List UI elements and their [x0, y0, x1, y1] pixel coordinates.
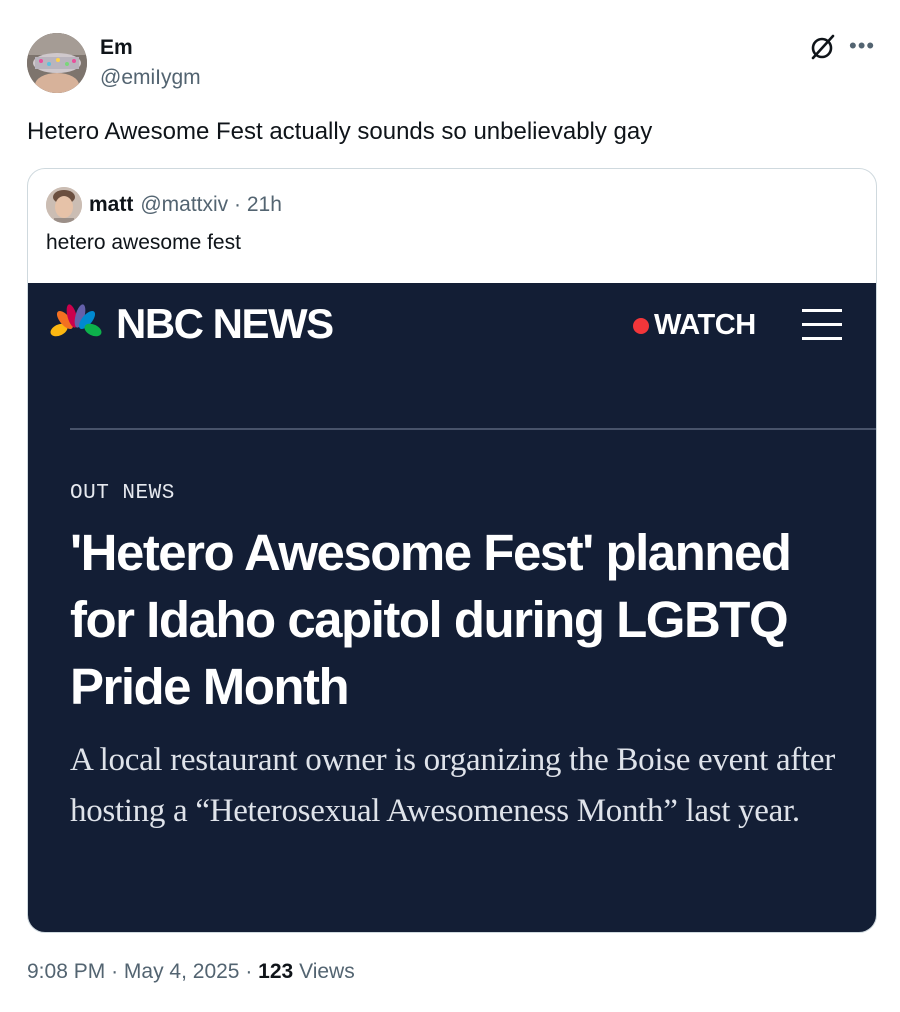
quote-avatar[interactable] [46, 187, 82, 223]
grok-icon[interactable] [809, 33, 837, 61]
tweet-time[interactable]: 9:08 PM [27, 960, 105, 983]
separator: · [111, 960, 119, 983]
watch-label: WATCH [654, 309, 756, 341]
article-screenshot: NBC NEWS WATCH OUT NEWS 'Hetero Awesome … [28, 283, 876, 932]
more-icon[interactable]: ••• [849, 35, 875, 57]
tweet-date[interactable]: May 4, 2025 [124, 960, 240, 983]
live-dot-icon [633, 317, 649, 334]
nbc-peacock-icon [50, 304, 102, 337]
section-label: OUT NEWS [70, 482, 175, 505]
author-handle[interactable]: @emiIygm [100, 66, 201, 90]
quote-text: hetero awesome fest [46, 231, 241, 254]
author-avatar[interactable] [27, 33, 87, 93]
tweet-text: Hetero Awesome Fest actually sounds so u… [27, 118, 653, 145]
nbc-news-logo: NBC NEWS [116, 300, 334, 347]
separator: · [245, 960, 253, 983]
divider [70, 428, 876, 430]
author-avatar-image [27, 33, 87, 93]
quote-author-handle-time: @mattxiv · 21h [140, 193, 282, 216]
quote-header: matt @mattxiv · 21h [46, 187, 282, 223]
watch-button: WATCH [633, 309, 756, 342]
article-headline: 'Hetero Awesome Fest' planned for Idaho … [70, 524, 792, 715]
quote-avatar-image [46, 187, 82, 223]
article-dek: A local restaurant owner is organizing t… [70, 742, 835, 829]
author-display-name[interactable]: Em [100, 36, 133, 60]
tweet-meta: 9:08 PM · May 4, 2025 · 123 Views [27, 960, 355, 984]
views-label: Views [299, 960, 355, 983]
views-count[interactable]: 123 [258, 960, 293, 983]
quote-author-name[interactable]: matt [89, 193, 133, 217]
menu-icon [802, 309, 842, 341]
quoted-tweet[interactable]: matt @mattxiv · 21h hetero awesome fest … [27, 168, 877, 933]
